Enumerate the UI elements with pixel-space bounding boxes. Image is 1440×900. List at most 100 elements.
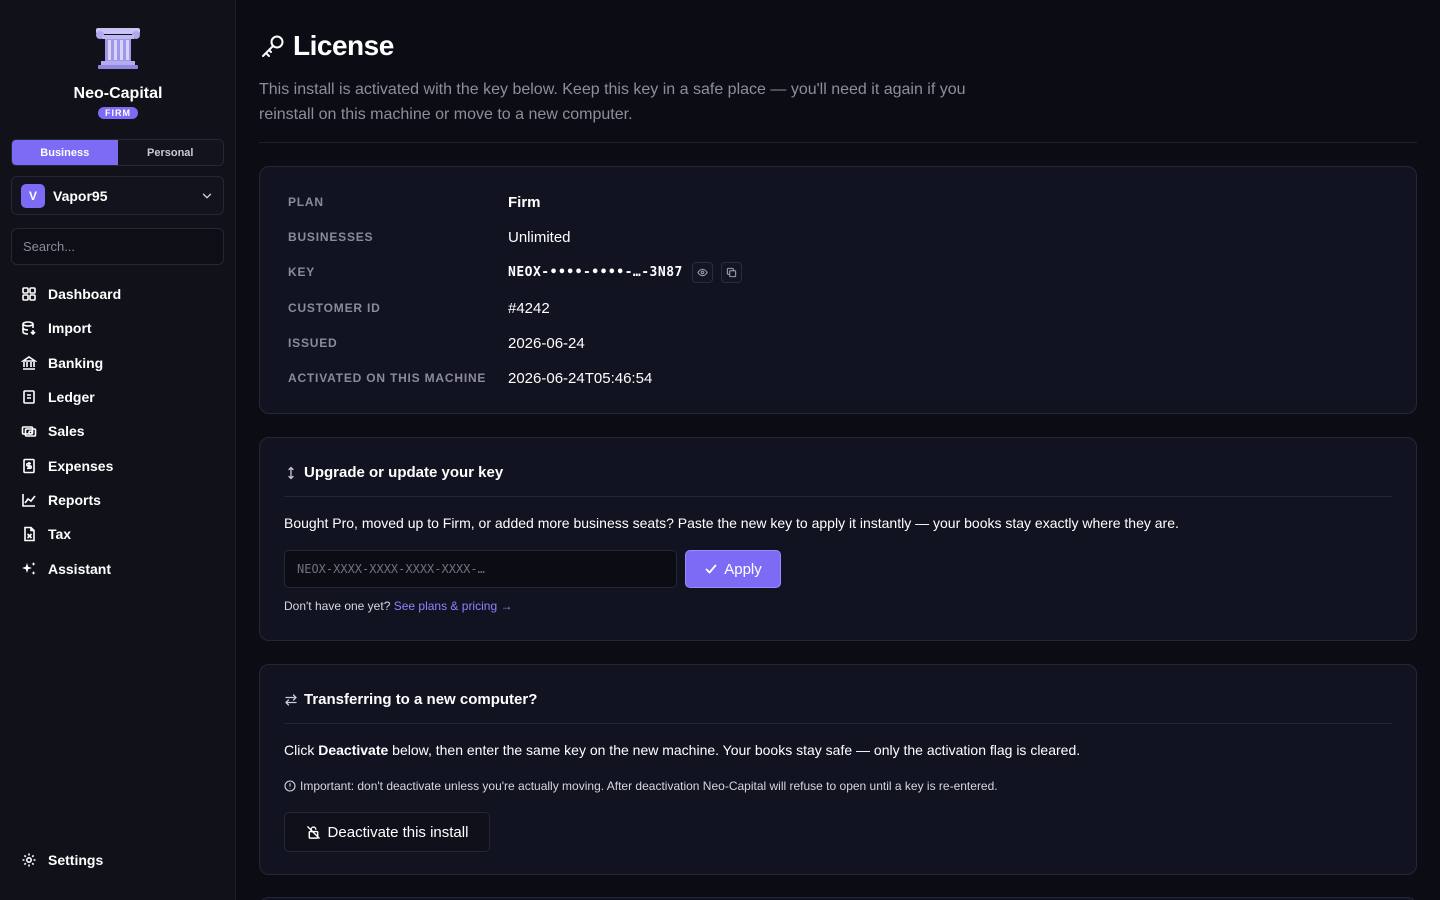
plan-row: PLAN Firm (288, 192, 541, 212)
issued-value: 2026-06-24 (508, 334, 585, 352)
key-icon (262, 35, 284, 57)
page-intro: This install is activated with the key b… (259, 81, 966, 123)
brand-name: Neo-Capital (73, 85, 163, 102)
key-row: KEY NEOX-••••-••••-…-3N87 (288, 261, 742, 283)
plan-value: Firm (508, 193, 541, 211)
sales-icon (21, 426, 37, 438)
sidebar-item-label: Tax (48, 526, 72, 543)
activated-row: ACTIVATED ON THIS MACHINE 2026-06-24T05:… (288, 368, 652, 388)
settings-label: Settings (48, 852, 104, 868)
issued-label: ISSUED (288, 336, 338, 350)
businesses-row: BUSINESSES Unlimited (288, 227, 571, 247)
activated-label: ACTIVATED ON THIS MACHINE (288, 371, 487, 385)
sidebar-item-label: Dashboard (48, 286, 122, 303)
sidebar-item-import[interactable]: Import (0, 311, 236, 345)
dashboard-icon (22, 287, 36, 301)
lock-off-icon (306, 825, 320, 839)
sidebar-item-label: Import (48, 320, 92, 337)
transfer-description: Click Deactivate below, then enter the s… (284, 742, 1080, 758)
sidebar: Neo-Capital FIRM Business Personal V Vap… (0, 0, 236, 900)
sidebar-item-ledger[interactable]: Ledger (0, 380, 236, 414)
sidebar-item-label: Ledger (48, 389, 95, 406)
issued-row: ISSUED 2026-06-24 (288, 333, 585, 353)
new-key-input[interactable] (284, 550, 677, 588)
ledger-icon (23, 390, 35, 404)
bank-icon (21, 355, 37, 370)
divider (259, 142, 1417, 143)
sidebar-item-label: Expenses (48, 457, 114, 474)
transfer-title: Transferring to a new computer? (304, 691, 538, 708)
search-input[interactable] (11, 228, 224, 265)
eye-icon (697, 268, 708, 276)
transfer-warning: Important: don't deactivate unless you'r… (284, 779, 998, 793)
tab-business[interactable]: Business (12, 140, 118, 165)
transfer-text-suffix: below, then enter the same key on the ne… (388, 742, 1081, 758)
transfer-arrows-icon (285, 693, 297, 706)
divider (284, 496, 1392, 497)
upgrade-description: Bought Pro, moved up to Firm, or added m… (284, 515, 1179, 531)
sidebar-item-label: Assistant (48, 560, 112, 577)
businesses-value: Unlimited (508, 228, 571, 246)
activated-value: 2026-06-24T05:46:54 (508, 369, 653, 387)
mode-switch: Business Personal (11, 139, 224, 166)
divider (284, 723, 1392, 724)
customer-row: CUSTOMER ID #4242 (288, 298, 550, 318)
page-title: License (293, 30, 394, 61)
account-name: Vapor95 (53, 187, 108, 204)
sidebar-item-tax[interactable]: Tax (0, 517, 236, 551)
check-icon (705, 564, 717, 574)
customer-id-value: #4242 (508, 299, 550, 317)
sidebar-item-banking[interactable]: Banking (0, 346, 236, 380)
gear-icon (22, 853, 36, 867)
tab-personal[interactable]: Personal (118, 140, 224, 165)
info-icon (284, 780, 296, 792)
sparkles-icon (22, 561, 36, 575)
sidebar-item-expenses[interactable]: Expenses (0, 448, 236, 482)
sidebar-item-assistant[interactable]: Assistant (0, 551, 236, 585)
chevron-down-icon (202, 193, 212, 198)
upgrade-card: Upgrade or update your key Bought Pro, m… (259, 437, 1417, 641)
no-key-text: Don't have one yet? (284, 599, 391, 613)
sidebar-item-reports[interactable]: Reports (0, 483, 236, 517)
upgrade-title: Upgrade or update your key (304, 464, 504, 481)
page-header: License (259, 30, 394, 62)
brand: Neo-Capital FIRM (0, 26, 236, 119)
plan-badge: FIRM (98, 107, 138, 119)
tax-icon (24, 526, 35, 542)
license-key-value: NEOX-••••-••••-…-3N87 (508, 264, 683, 280)
warning-text: Important: don't deactivate unless you'r… (300, 779, 998, 793)
pricing-link[interactable]: See plans & pricing → (394, 599, 513, 613)
account-switcher[interactable]: V Vapor95 (11, 176, 224, 215)
transfer-header: Transferring to a new computer? (284, 691, 537, 708)
copy-key-button[interactable] (720, 261, 742, 283)
apply-label: Apply (724, 560, 762, 578)
import-icon (22, 321, 36, 336)
transfer-text-bold: Deactivate (318, 742, 389, 758)
license-info-card: PLAN Firm BUSINESSES Unlimited KEY NEOX-… (259, 166, 1417, 414)
transfer-text-prefix: Click (284, 742, 319, 758)
plan-label: PLAN (288, 195, 324, 209)
apply-button[interactable]: Apply (685, 550, 781, 588)
customer-label: CUSTOMER ID (288, 301, 381, 315)
sidebar-item-dashboard[interactable]: Dashboard (0, 277, 236, 311)
transfer-card: Transferring to a new computer? Click De… (259, 664, 1417, 875)
sidebar-item-sales[interactable]: Sales (0, 414, 236, 448)
businesses-label: BUSINESSES (288, 230, 374, 244)
sidebar-item-label: Reports (48, 491, 101, 508)
reveal-key-button[interactable] (691, 261, 713, 283)
pricing-hint: Don't have one yet? See plans & pricing … (284, 599, 512, 613)
deactivate-button[interactable]: Deactivate this install (284, 812, 490, 852)
copy-icon (726, 267, 737, 277)
sidebar-nav: Dashboard Import Banking Ledger Sales Ex… (0, 277, 236, 586)
deactivate-label: Deactivate this install (327, 823, 469, 841)
upgrade-header: Upgrade or update your key (284, 464, 503, 481)
chart-icon (22, 493, 36, 507)
arrows-vertical-icon (288, 466, 294, 479)
sidebar-item-label: Banking (48, 354, 104, 371)
key-label: KEY (288, 265, 316, 279)
receipt-icon (23, 458, 35, 473)
column-logo-icon (96, 28, 140, 69)
sidebar-item-label: Sales (48, 423, 85, 440)
sidebar-item-settings[interactable]: Settings (0, 843, 236, 877)
avatar: V (21, 183, 45, 208)
